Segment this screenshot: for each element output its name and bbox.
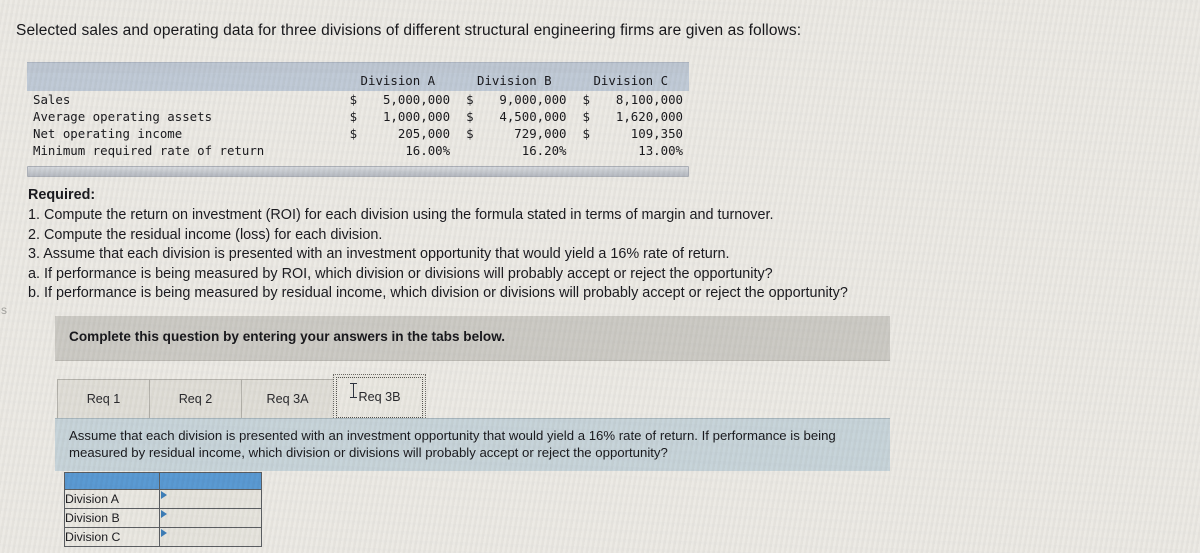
currency-symbol: $: [349, 126, 358, 141]
cell-value: 109,350: [630, 126, 683, 141]
instruction-banner: Complete this question by entering your …: [55, 316, 890, 361]
cell-assets-division-c: $1,620,000: [573, 108, 689, 125]
table-row: Division A: [64, 489, 262, 509]
operating-data-table: Division A Division B Division C Sales $…: [27, 62, 689, 177]
table-header-row: Division A Division B Division C: [27, 73, 689, 91]
currency-symbol: $: [349, 92, 358, 107]
required-item-2: 2. Compute the residual income (loss) fo…: [28, 226, 383, 243]
column-header-blank: [27, 73, 340, 91]
cell-sales-division-a: $5,000,000: [340, 91, 456, 108]
data-table: Division A Division B Division C Sales $…: [27, 73, 689, 159]
cell-rate-division-c: 13.00%: [573, 142, 689, 159]
table-horizontal-scrollbar[interactable]: [27, 166, 689, 177]
required-item-1: 1. Compute the return on investment (ROI…: [28, 207, 774, 224]
cell-assets-division-a: $1,000,000: [340, 108, 456, 125]
tab-req-2[interactable]: Req 2: [149, 379, 242, 418]
row-label-sales: Sales: [33, 92, 71, 107]
table-row: Average operating assets $1,000,000 $4,5…: [27, 108, 689, 125]
currency-symbol: $: [582, 126, 590, 141]
cell-rate-division-b: 16.20%: [456, 142, 572, 159]
cell-assets-division-b: $4,500,000: [456, 108, 572, 125]
row-label-minimum-required-rate-of-return: Minimum required rate of return: [33, 143, 265, 158]
answer-select-division-a[interactable]: [159, 489, 262, 509]
tab-label: Req 3A: [266, 392, 309, 406]
tab-label: Req 3B: [358, 389, 401, 404]
cell-value: 729,000: [514, 126, 567, 141]
tab-req-3a[interactable]: Req 3A: [241, 379, 334, 418]
required-heading: Required:: [28, 187, 96, 203]
column-header-division-a: Division A: [339, 73, 457, 91]
chevron-down-icon: [161, 510, 167, 518]
currency-symbol: $: [582, 92, 590, 107]
cell-income-division-c: $109,350: [573, 125, 689, 142]
table-row: Sales $5,000,000 $9,000,000 $8,100,000: [27, 91, 689, 108]
cell-income-division-a: $205,000: [340, 125, 456, 142]
text-cursor-icon: [350, 383, 357, 398]
cell-sales-division-c: $8,100,000: [573, 91, 689, 108]
chevron-down-icon: [161, 491, 167, 499]
cell-value: 1,620,000: [615, 109, 683, 124]
currency-symbol: $: [349, 109, 358, 124]
answer-select-division-b[interactable]: [159, 508, 262, 528]
row-label-average-operating-assets: Average operating assets: [33, 109, 213, 124]
column-header-division-c: Division C: [572, 73, 689, 91]
cell-rate-division-a: 16.00%: [340, 142, 456, 159]
cell-value: 4,500,000: [499, 109, 567, 124]
active-tab-question-text: Assume that each division is presented w…: [69, 428, 836, 461]
required-item-3a: a. If performance is being measured by R…: [28, 265, 773, 282]
answer-header-value: [159, 472, 262, 490]
cell-value: 5,000,000: [382, 92, 451, 107]
cell-income-division-b: $729,000: [456, 125, 572, 142]
active-tab-question-panel: Assume that each division is presented w…: [55, 418, 890, 471]
required-item-3: 3. Assume that each division is presente…: [28, 246, 730, 263]
table-top-band: [27, 62, 689, 73]
answer-entry-table: Division A Division B Division C: [64, 472, 262, 547]
cell-value: 13.00%: [638, 143, 683, 158]
page-edge-artifact: s: [1, 303, 7, 317]
answer-row-label-division-b: Division B: [64, 508, 160, 528]
instruction-banner-text: Complete this question by entering your …: [69, 329, 506, 344]
cell-value: 16.20%: [521, 143, 567, 158]
answer-select-division-c[interactable]: [159, 527, 262, 547]
cell-value: 16.00%: [405, 143, 451, 158]
tab-label: Req 2: [178, 392, 213, 406]
question-prompt: Selected sales and operating data for th…: [16, 22, 802, 39]
currency-symbol: $: [466, 92, 474, 107]
currency-symbol: $: [582, 109, 590, 124]
requirement-tabstrip: Req 1 Req 2 Req 3A Req 3B: [57, 374, 426, 418]
cell-value: 1,000,000: [382, 109, 451, 124]
cell-value: 9,000,000: [499, 92, 567, 107]
tab-req-1[interactable]: Req 1: [57, 379, 150, 418]
table-row: Net operating income $205,000 $729,000 $…: [27, 125, 689, 142]
table-row: Minimum required rate of return 16.00% 1…: [27, 142, 689, 159]
answer-table: Division A Division B Division C: [64, 472, 262, 547]
table-row: Division C: [64, 527, 262, 547]
currency-symbol: $: [466, 109, 474, 124]
table-row: Division B: [64, 508, 262, 528]
required-section: Required: 1. Compute the return on inves…: [28, 186, 978, 303]
currency-symbol: $: [466, 126, 474, 141]
required-item-3b: b. If performance is being measured by r…: [28, 285, 848, 302]
answer-row-label-division-c: Division C: [64, 527, 160, 547]
answer-table-header-row: [64, 472, 262, 490]
column-header-division-b: Division B: [456, 73, 573, 91]
tab-req-3b[interactable]: Req 3B: [333, 374, 426, 418]
answer-header-label: [64, 472, 160, 490]
answer-row-label-division-a: Division A: [64, 489, 160, 509]
tab-label: Req 1: [86, 392, 121, 406]
chevron-down-icon: [161, 529, 167, 537]
row-label-net-operating-income: Net operating income: [33, 126, 183, 141]
cell-sales-division-b: $9,000,000: [456, 91, 572, 108]
cell-value: 8,100,000: [615, 92, 683, 107]
cell-value: 205,000: [397, 126, 451, 141]
